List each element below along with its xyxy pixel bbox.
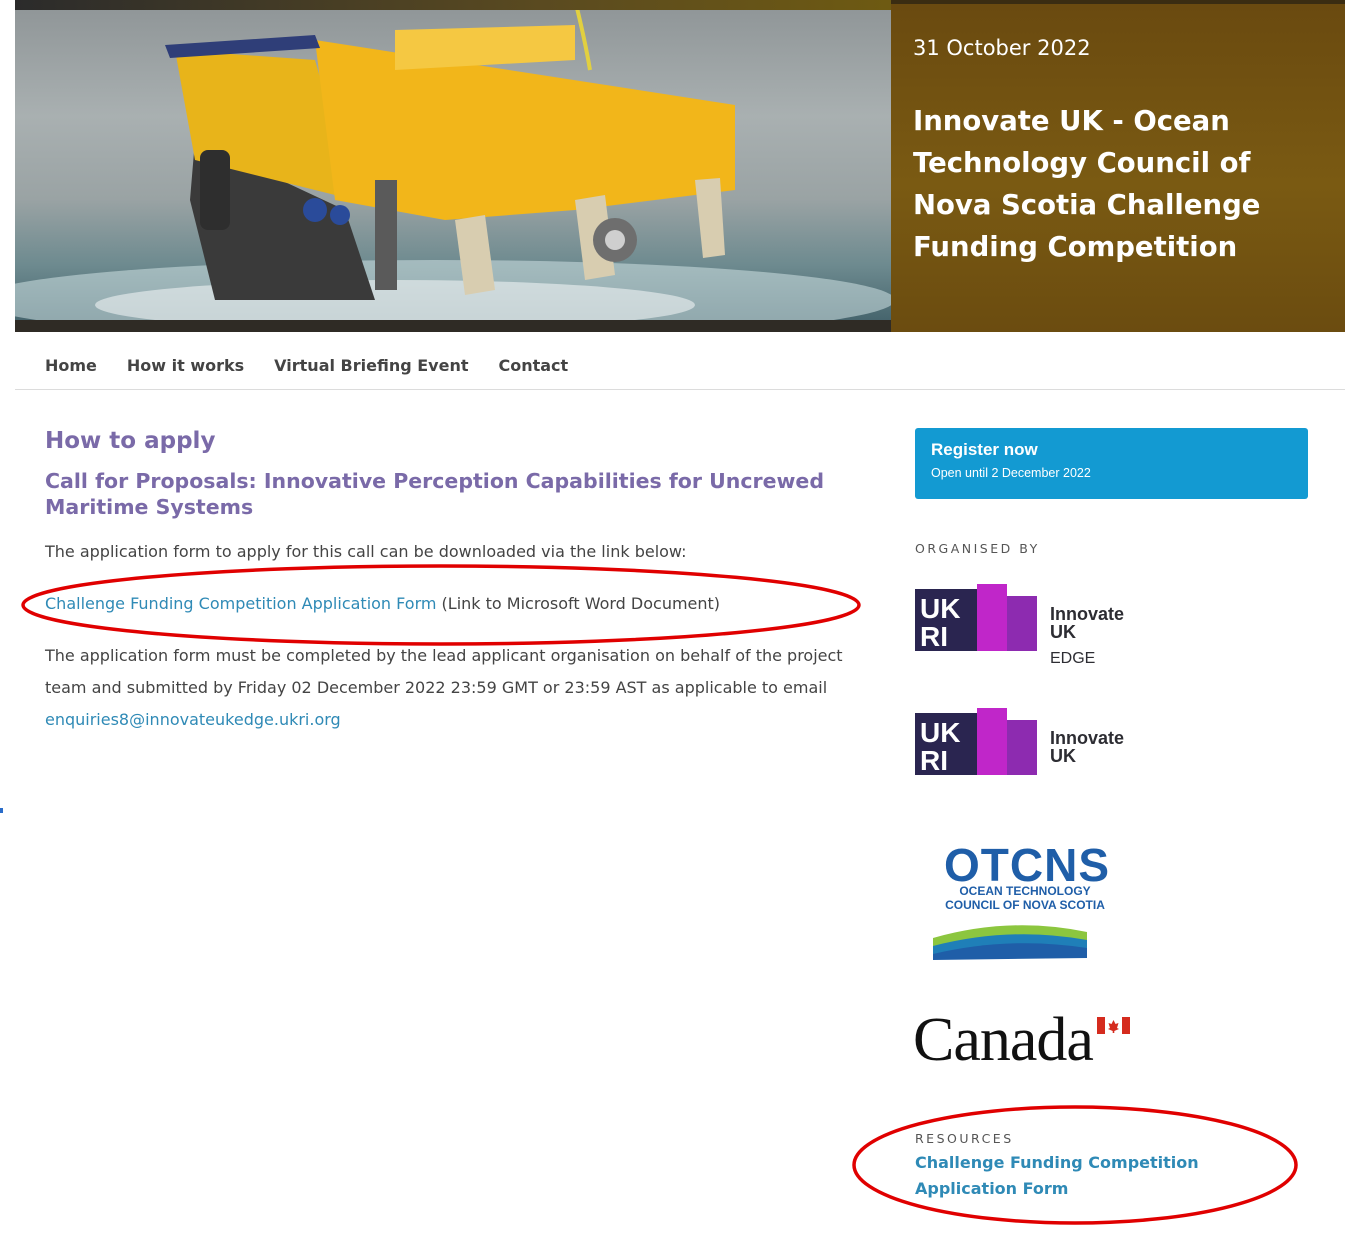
application-form-link[interactable]: Challenge Funding Competition Applicatio…	[45, 594, 436, 613]
header-banner: 31 October 2022 Innovate UK - Ocean Tech…	[15, 0, 1345, 332]
page-headline: Innovate UK - Ocean Technology Council o…	[913, 105, 1261, 263]
ukri-mark-icon: UK RI	[915, 708, 1037, 776]
main-nav: Home How it works Virtual Briefing Event…	[15, 342, 1345, 390]
innovate-uk-logo[interactable]: UK RI Innovate UK	[915, 708, 1135, 780]
left-edge-marker	[0, 808, 3, 813]
svg-text:UK: UK	[920, 593, 960, 624]
svg-text:UK: UK	[920, 717, 960, 748]
submission-text: The application form must be completed b…	[45, 640, 855, 736]
section-title: How to apply	[45, 428, 216, 454]
main-content: How to apply Call for Proposals: Innovat…	[45, 428, 855, 736]
edge-innovate-text: Innovate	[1050, 604, 1125, 624]
edge-text: EDGE	[1050, 650, 1096, 667]
organised-by-label: ORGANISED BY	[915, 541, 1040, 556]
hero-top-bar	[15, 0, 891, 10]
svg-text:RI: RI	[920, 745, 948, 776]
nav-home[interactable]: Home	[45, 356, 97, 375]
register-title: Register now	[931, 440, 1038, 459]
register-now-button[interactable]: Register now Open until 2 December 2022	[915, 428, 1308, 499]
otcns-logo-subtitle: OCEAN TECHNOLOGY COUNCIL OF NOVA SCOTIA	[945, 884, 1105, 912]
email-link[interactable]: enquiries8@innovateukedge.ukri.org	[45, 710, 341, 729]
svg-text:RI: RI	[920, 621, 948, 652]
form-link-note: (Link to Microsoft Word Document)	[436, 594, 721, 613]
resources-label: RESOURCES	[915, 1131, 1014, 1146]
nav-virtual-briefing-event[interactable]: Virtual Briefing Event	[274, 356, 468, 375]
hero-image	[15, 0, 891, 332]
innovate-uk-edge-logo[interactable]: UK RI Innovate UK EDGE	[915, 584, 1135, 674]
otcns-wave-icon	[933, 925, 1087, 960]
nav-how-it-works[interactable]: How it works	[127, 356, 244, 375]
underwater-robot-image	[15, 0, 891, 332]
register-deadline: Open until 2 December 2022	[931, 466, 1091, 480]
intro-text: The application form to apply for this c…	[45, 542, 687, 561]
ukri-innovate-text: Innovate	[1050, 728, 1125, 748]
ukri-uk-text: UK	[1050, 746, 1076, 766]
banner-title-panel: 31 October 2022 Innovate UK - Ocean Tech…	[891, 0, 1345, 332]
canada-wordmark[interactable]: Canada	[913, 1005, 1094, 1076]
edge-uk-text: UK	[1050, 622, 1076, 642]
form-link-paragraph: Challenge Funding Competition Applicatio…	[45, 588, 855, 620]
call-title: Call for Proposals: Innovative Perceptio…	[45, 469, 825, 519]
resources-application-form-link[interactable]: Challenge Funding Competition Applicatio…	[915, 1150, 1295, 1202]
submission-body: The application form must be completed b…	[45, 646, 843, 697]
canada-flag-icon	[1097, 1017, 1130, 1034]
ukri-edge-mark-icon: UK RI	[915, 584, 1037, 652]
hero-bottom-bar	[15, 320, 891, 332]
event-date: 31 October 2022	[913, 36, 1091, 60]
nav-contact[interactable]: Contact	[498, 356, 568, 375]
